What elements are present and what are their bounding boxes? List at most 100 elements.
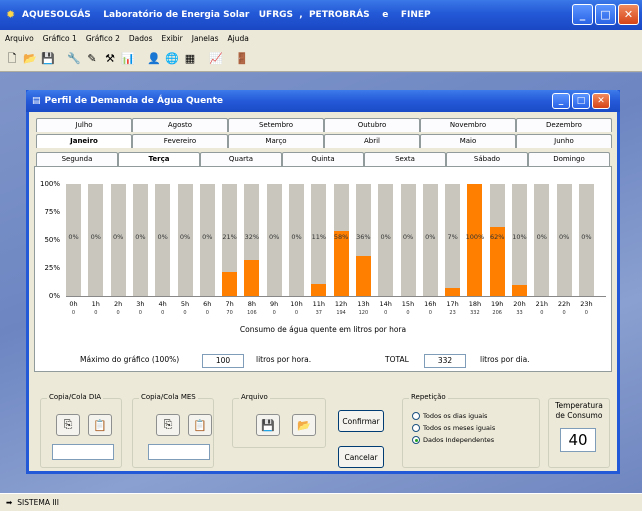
copy-day-button[interactable]: ⎘ <box>56 414 80 436</box>
x-tick-label: 2h <box>113 300 123 308</box>
bar-percent-label: 0% <box>291 233 302 241</box>
bar-percent-label: 0% <box>558 233 570 241</box>
globe-icon[interactable]: 🌐 <box>164 51 180 67</box>
liters-label: 106 <box>247 310 257 316</box>
chart-baseline <box>66 296 606 297</box>
child-close-icon[interactable]: ✕ <box>592 93 610 109</box>
tab-month-outubro[interactable]: Outubro <box>324 118 420 132</box>
copy-month-field[interactable] <box>148 444 210 460</box>
window-doc-icon: ▤ <box>32 96 41 106</box>
tab-month-maio[interactable]: Maio <box>420 134 516 148</box>
tab-day-quarta[interactable]: Quarta <box>200 152 282 166</box>
child-window-controls: _ □ ✕ <box>552 93 610 109</box>
max-unit: litros por hora. <box>256 355 312 364</box>
person-icon[interactable]: 👤 <box>146 51 162 67</box>
menu-item-6[interactable]: Ajuda <box>228 34 249 43</box>
copy-icon: ⎘ <box>63 418 73 431</box>
radio-label: Todos os meses iguais <box>423 424 496 432</box>
exit-icon[interactable]: 🚪 <box>234 51 250 67</box>
repeat-option-2[interactable]: Dados Independentes <box>412 436 494 444</box>
radio-label: Todos os dias iguais <box>423 412 488 420</box>
tab-day-domingo[interactable]: Domingo <box>528 152 610 166</box>
save-file-button[interactable]: 💾 <box>256 414 280 436</box>
tab-day-terça[interactable]: Terça <box>118 152 200 166</box>
tab-month-abril[interactable]: Abril <box>324 134 420 148</box>
bar-percent-label: 0% <box>179 233 191 241</box>
close-icon[interactable]: ✕ <box>618 4 639 25</box>
tab-day-sexta[interactable]: Sexta <box>364 152 446 166</box>
open-file-button[interactable]: 📂 <box>292 414 316 436</box>
copy-month-button[interactable]: ⎘ <box>156 414 180 436</box>
repeat-option-0[interactable]: Todos os dias iguais <box>412 412 487 420</box>
x-tick-label: 3h <box>136 300 145 308</box>
x-tick-label: 19h <box>490 300 504 308</box>
graph-icon[interactable]: 📈 <box>208 51 224 67</box>
menu-item-1[interactable]: Gráfico 1 <box>43 34 77 43</box>
child-minimize-icon[interactable]: _ <box>552 93 570 109</box>
tool-icon[interactable]: 🔧 <box>66 51 82 67</box>
confirm-button[interactable]: Confirmar <box>338 410 384 432</box>
temperature-input[interactable]: 40 <box>560 428 596 452</box>
bar-percent-label: 32% <box>244 233 260 241</box>
save-disk-icon[interactable]: 💾 <box>40 51 56 67</box>
bar-percent-label: 21% <box>222 233 237 241</box>
tab-month-fevereiro[interactable]: Fevereiro <box>132 134 228 148</box>
liters-label: 0 <box>116 310 120 316</box>
x-tick-label: 13h <box>357 300 370 308</box>
liters-label: 0 <box>272 310 276 316</box>
open-folder-icon[interactable]: 📂 <box>22 51 38 67</box>
bar-percent-label: 0% <box>380 233 391 241</box>
cancel-button[interactable]: Cancelar <box>338 446 384 468</box>
radio-button[interactable] <box>412 436 420 444</box>
tab-month-junho[interactable]: Junho <box>516 134 612 148</box>
menu-item-4[interactable]: Exibir <box>162 34 183 43</box>
repeat-option-1[interactable]: Todos os meses iguais <box>412 424 495 432</box>
tab-month-dezembro[interactable]: Dezembro <box>516 118 612 132</box>
bar-percent-label: 58% <box>333 233 349 241</box>
chart-icon[interactable]: 📊 <box>120 51 136 67</box>
max-value-input[interactable]: 100 <box>202 354 244 368</box>
wrench-icon[interactable]: ⚒ <box>102 51 118 67</box>
menu-item-5[interactable]: Janelas <box>192 34 219 43</box>
copy-day-field[interactable] <box>52 444 114 460</box>
maximize-icon[interactable]: □ <box>595 4 616 25</box>
minimize-icon[interactable]: _ <box>572 4 593 25</box>
paste-day-button[interactable]: 📋 <box>88 414 112 436</box>
liters-label: 120 <box>358 310 369 316</box>
liters-label: 37 <box>315 310 322 316</box>
liters-label: 33 <box>516 310 523 316</box>
child-title-bar: ▤ Perfil de Demanda de Água Quente <box>26 90 620 112</box>
liters-label: 0 <box>294 310 299 316</box>
tab-month-novembro[interactable]: Novembro <box>420 118 516 132</box>
new-file-icon[interactable]: 🗋 <box>4 51 20 67</box>
paste-month-button[interactable]: 📋 <box>188 414 212 436</box>
menu-item-0[interactable]: Arquivo <box>5 34 34 43</box>
tab-day-sábado[interactable]: Sábado <box>446 152 528 166</box>
bar-percent-label: 36% <box>356 233 371 241</box>
liters-label: 0 <box>71 310 76 316</box>
tab-month-setembro[interactable]: Setembro <box>228 118 324 132</box>
tab-month-março[interactable]: Março <box>228 134 324 148</box>
tab-month-janeiro[interactable]: Janeiro <box>36 134 132 148</box>
tab-day-segunda[interactable]: Segunda <box>36 152 118 166</box>
tab-month-agosto[interactable]: Agosto <box>132 118 228 132</box>
panel-icon[interactable]: ▦ <box>182 51 198 67</box>
child-maximize-icon[interactable]: □ <box>572 93 590 109</box>
max-label: Máximo do gráfico (100%) <box>80 355 180 364</box>
tab-day-quinta[interactable]: Quinta <box>282 152 364 166</box>
bar <box>244 260 260 296</box>
status-text: SISTEMA III <box>17 498 59 507</box>
tab-month-julho[interactable]: Julho <box>36 118 132 132</box>
liters-label: 23 <box>449 310 456 316</box>
menu-bar: Arquivo Gráfico 1 Gráfico 2 Dados Exibir Jane… <box>0 30 642 46</box>
pencil-icon[interactable]: ✎ <box>84 51 100 67</box>
radio-button[interactable] <box>412 424 420 432</box>
menu-item-2[interactable]: Gráfico 2 <box>86 34 120 43</box>
menu-item-3[interactable]: Dados <box>129 34 153 43</box>
liters-label: 0 <box>205 310 209 316</box>
radio-button[interactable] <box>412 412 420 420</box>
bar-percent-label: 0% <box>90 233 101 241</box>
temp-label-2: de Consumo <box>555 411 603 420</box>
liters-label: 0 <box>138 310 142 316</box>
x-tick-label: 9h <box>270 300 279 308</box>
